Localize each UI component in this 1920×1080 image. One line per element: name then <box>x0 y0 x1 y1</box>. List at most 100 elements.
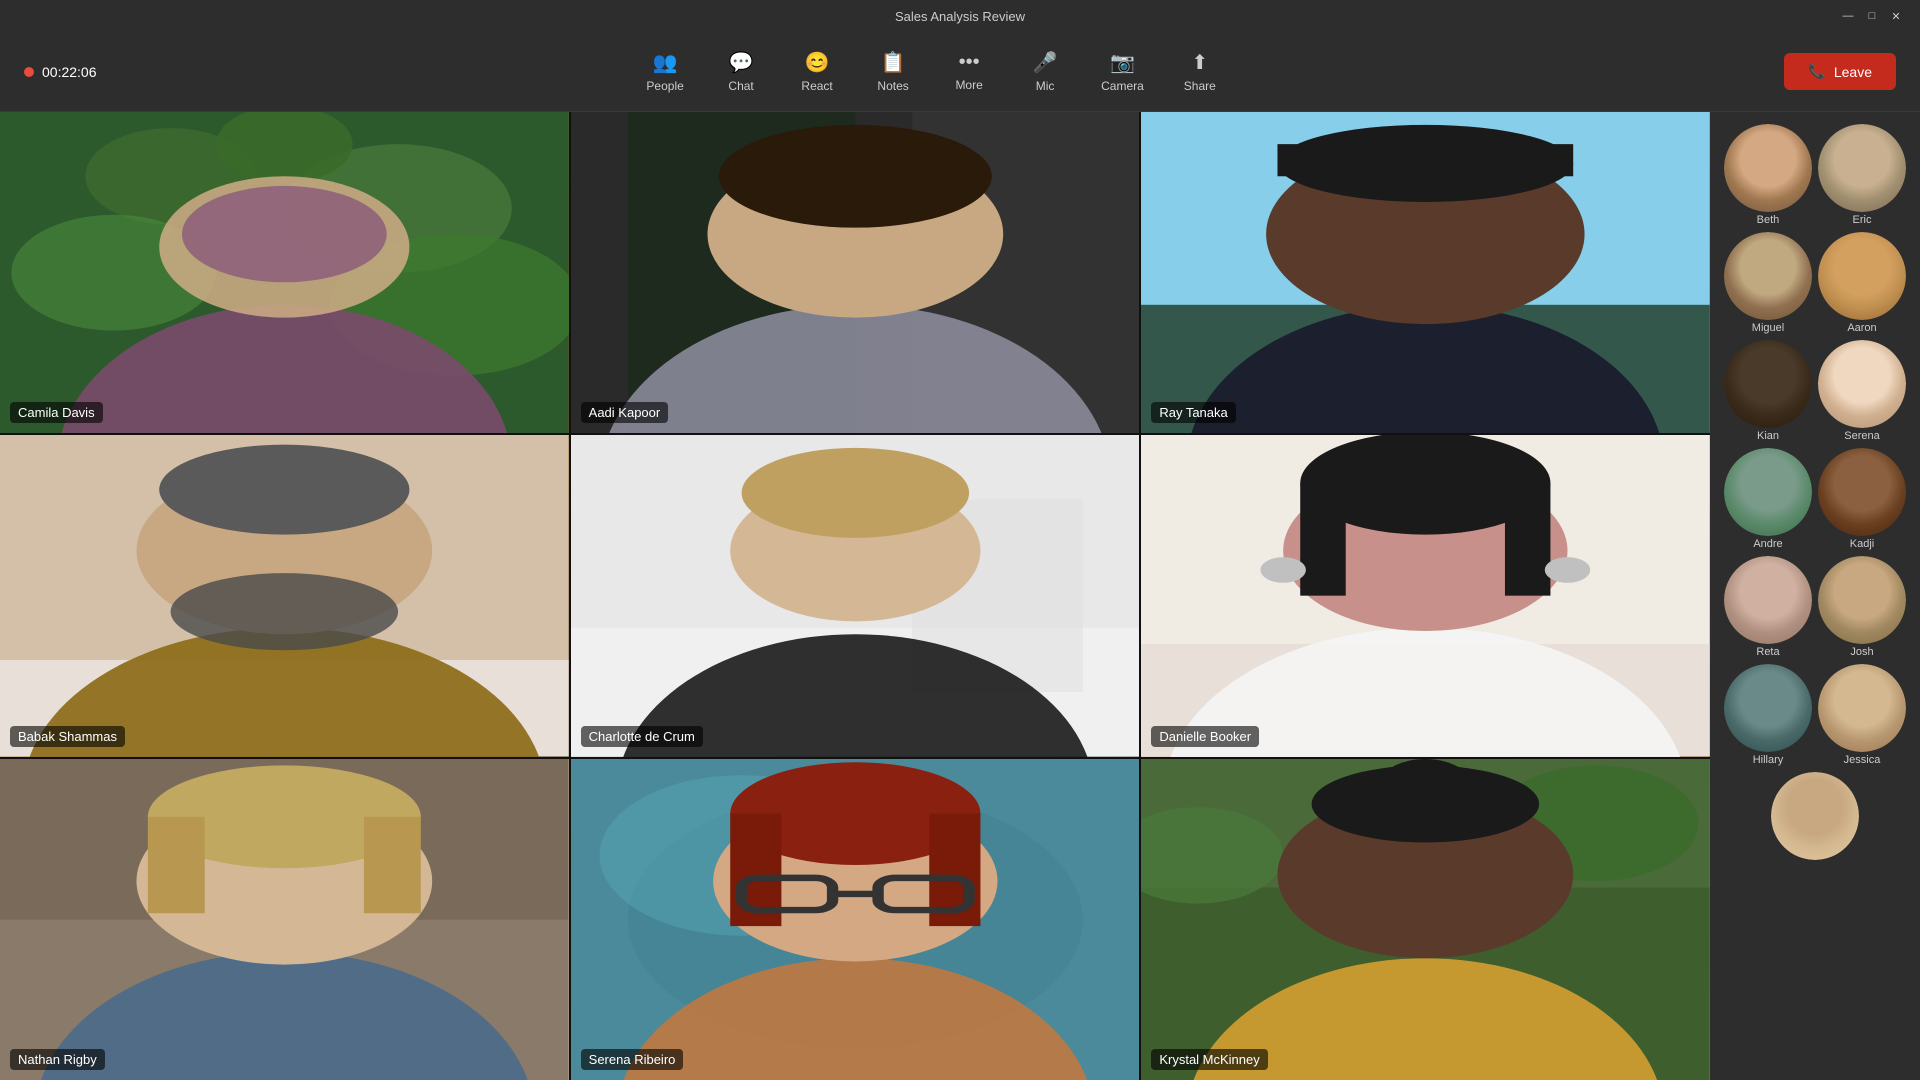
mic-icon: 🎤 <box>1033 50 1058 75</box>
name-aaron: Aaron <box>1847 322 1876 334</box>
name-charlotte: Charlotte de Crum <box>581 726 703 747</box>
camera-icon: 📷 <box>1110 50 1135 75</box>
thumb-beth[interactable] <box>1724 124 1812 212</box>
sidebar-row-6: Hillary Jessica <box>1718 664 1912 766</box>
name-andre: Andre <box>1753 538 1782 550</box>
sidebar-participant-josh[interactable]: Josh <box>1818 556 1906 658</box>
maximize-button[interactable]: □ <box>1864 8 1880 24</box>
sidebar-participant-kian[interactable]: Kian <box>1724 340 1812 442</box>
leave-button[interactable]: 📞 Leave <box>1784 53 1896 90</box>
camera-button[interactable]: 📷 Camera <box>1085 42 1160 101</box>
people-icon: 👥 <box>653 50 678 75</box>
thumb-hillary[interactable] <box>1724 664 1812 752</box>
name-reta: Reta <box>1756 646 1779 658</box>
sidebar-row-5: Reta Josh <box>1718 556 1912 658</box>
name-ray: Ray Tanaka <box>1151 402 1235 423</box>
video-cell-nathan[interactable]: Nathan Rigby <box>0 759 569 1080</box>
notes-button[interactable]: 📋 Notes <box>857 42 929 101</box>
thumb-miguel[interactable] <box>1724 232 1812 320</box>
minimize-button[interactable]: — <box>1840 8 1856 24</box>
thumb-kadji[interactable] <box>1818 448 1906 536</box>
name-hillary: Hillary <box>1753 754 1784 766</box>
toolbar: 00:22:06 👥 People 💬 Chat 😊 React 📋 Notes… <box>0 32 1920 112</box>
mic-label: Mic <box>1036 79 1055 93</box>
mic-button[interactable]: 🎤 Mic <box>1009 42 1081 101</box>
video-grid: Camila Davis Aadi Kapoor <box>0 112 1710 1080</box>
video-cell-babak[interactable]: Babak Shammas <box>0 435 569 756</box>
sidebar-participant-reta[interactable]: Reta <box>1724 556 1812 658</box>
sidebar-row-1: Beth Eric <box>1718 124 1912 226</box>
chat-icon: 💬 <box>729 50 754 75</box>
sidebar-participant-hillary[interactable]: Hillary <box>1724 664 1812 766</box>
name-kadji: Kadji <box>1850 538 1874 550</box>
people-button[interactable]: 👥 People <box>629 42 701 101</box>
sidebar-participant-eric[interactable]: Eric <box>1818 124 1906 226</box>
sidebar-row-7 <box>1718 772 1912 862</box>
name-krystal: Krystal McKinney <box>1151 1049 1267 1070</box>
thumb-josh[interactable] <box>1818 556 1906 644</box>
name-miguel: Miguel <box>1752 322 1784 334</box>
thumb-andre[interactable] <box>1724 448 1812 536</box>
thumb-kian[interactable] <box>1724 340 1812 428</box>
thumb-reta[interactable] <box>1724 556 1812 644</box>
sidebar-participant-andre[interactable]: Andre <box>1724 448 1812 550</box>
thumb-serena[interactable] <box>1818 340 1906 428</box>
camera-label: Camera <box>1101 79 1144 93</box>
sidebar-participant-jessica[interactable]: Jessica <box>1818 664 1906 766</box>
thumb-last[interactable] <box>1771 772 1859 860</box>
video-cell-krystal[interactable]: Krystal McKinney <box>1141 759 1710 1080</box>
sidebar-participant-last[interactable] <box>1771 772 1859 862</box>
thumb-aaron[interactable] <box>1818 232 1906 320</box>
share-label: Share <box>1184 79 1216 93</box>
sidebar-participant-kadji[interactable]: Kadji <box>1818 448 1906 550</box>
react-icon: 😊 <box>805 50 830 75</box>
people-label: People <box>646 79 683 93</box>
sidebar-row-4: Andre Kadji <box>1718 448 1912 550</box>
chat-button[interactable]: 💬 Chat <box>705 42 777 101</box>
thumb-eric[interactable] <box>1818 124 1906 212</box>
sidebar-participant-miguel[interactable]: Miguel <box>1724 232 1812 334</box>
name-aadi: Aadi Kapoor <box>581 402 669 423</box>
notes-label: Notes <box>877 79 908 93</box>
recording-indicator <box>24 67 34 77</box>
thumb-jessica[interactable] <box>1818 664 1906 752</box>
name-danielle: Danielle Booker <box>1151 726 1259 747</box>
video-cell-camila[interactable]: Camila Davis <box>0 112 569 433</box>
name-beth: Beth <box>1757 214 1780 226</box>
video-cell-charlotte[interactable]: Charlotte de Crum <box>571 435 1140 756</box>
sidebar-participant-aaron[interactable]: Aaron <box>1818 232 1906 334</box>
more-button[interactable]: ••• More <box>933 43 1005 100</box>
video-cell-aadi[interactable]: Aadi Kapoor <box>571 112 1140 433</box>
close-button[interactable]: ✕ <box>1888 8 1904 24</box>
react-label: React <box>801 79 832 93</box>
sidebar-participant-beth[interactable]: Beth <box>1724 124 1812 226</box>
name-serena: Serena <box>1844 430 1879 442</box>
share-icon: ⬆ <box>1191 50 1208 75</box>
sidebar-participant-serena[interactable]: Serena <box>1818 340 1906 442</box>
leave-label: Leave <box>1834 64 1872 80</box>
name-babak: Babak Shammas <box>10 726 125 747</box>
video-cell-ray[interactable]: Ray Tanaka <box>1141 112 1710 433</box>
chat-label: Chat <box>728 79 753 93</box>
video-cell-serena-ribeiro[interactable]: Serena Ribeiro <box>571 759 1140 1080</box>
name-camila: Camila Davis <box>10 402 103 423</box>
title-bar: Sales Analysis Review — □ ✕ <box>0 0 1920 32</box>
name-eric: Eric <box>1853 214 1872 226</box>
timer: 00:22:06 <box>24 64 97 80</box>
video-cell-danielle[interactable]: Danielle Booker <box>1141 435 1710 756</box>
timer-display: 00:22:06 <box>42 64 97 80</box>
main-content: Camila Davis Aadi Kapoor <box>0 112 1920 1080</box>
share-button[interactable]: ⬆ Share <box>1164 42 1236 101</box>
name-jessica: Jessica <box>1844 754 1881 766</box>
sidebar: Beth Eric Miguel Aaron <box>1710 112 1920 1080</box>
react-button[interactable]: 😊 React <box>781 42 853 101</box>
name-nathan: Nathan Rigby <box>10 1049 105 1070</box>
name-josh: Josh <box>1850 646 1873 658</box>
name-kian: Kian <box>1757 430 1779 442</box>
title-text: Sales Analysis Review <box>895 9 1025 24</box>
more-icon: ••• <box>959 51 980 74</box>
notes-icon: 📋 <box>881 50 906 75</box>
name-serena-ribeiro: Serena Ribeiro <box>581 1049 684 1070</box>
more-label: More <box>955 78 982 92</box>
leave-phone-icon: 📞 <box>1808 63 1825 80</box>
